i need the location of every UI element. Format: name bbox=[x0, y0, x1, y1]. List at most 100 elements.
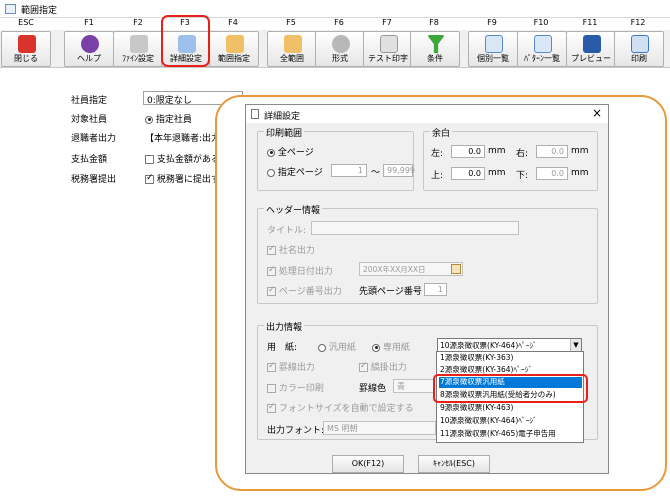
tax-label: 税務署提出 bbox=[71, 175, 117, 185]
page-from-input[interactable]: 1 bbox=[331, 164, 367, 177]
all-pages-option[interactable]: 全ページ bbox=[267, 145, 314, 158]
chevron-down-icon[interactable]: ▼ bbox=[570, 339, 581, 351]
print-button[interactable]: 印刷 bbox=[614, 31, 664, 67]
company-output-checkbox[interactable] bbox=[267, 244, 276, 255]
all-pages-radio[interactable] bbox=[267, 148, 275, 157]
preview-button[interactable]: プレビュー bbox=[566, 31, 616, 67]
pattern-list-button[interactable]: ﾊﾟﾀｰﾝ一覧 bbox=[517, 31, 567, 67]
margin-bottom-label: 下: bbox=[516, 171, 529, 181]
paper-combobox[interactable]: 10源泉徴収票(KY-464)ﾍﾟｰｼﾞ ▼ bbox=[437, 338, 582, 352]
title-label: タイトル: bbox=[267, 226, 307, 236]
margin-left-label: 左: bbox=[431, 149, 444, 159]
fkey-label: F1 bbox=[84, 18, 94, 27]
specified-pages-option[interactable]: 指定ページ bbox=[267, 165, 323, 178]
payment-checkbox-label: 支払金額がある bbox=[156, 155, 220, 165]
margin-right-unit: mm bbox=[571, 146, 589, 156]
ruled-output-checkbox[interactable] bbox=[267, 361, 276, 372]
individual-list-button[interactable]: 個別一覧 bbox=[468, 31, 518, 67]
header-info-group: ヘッダー情報 タイトル: 社名出力 処理日付出力 200X年XX月XX日 ページ… bbox=[257, 203, 598, 304]
file-settings-icon bbox=[130, 35, 148, 53]
help-icon bbox=[81, 35, 99, 53]
all-range-button[interactable]: 全範囲 bbox=[267, 31, 317, 67]
ruled-output-row[interactable]: 罫線出力 bbox=[267, 360, 315, 373]
auto-font-row[interactable]: フォントサイズを自動で設定する bbox=[267, 401, 414, 414]
color-print-checkbox[interactable] bbox=[267, 384, 276, 393]
fkey-label: F10 bbox=[533, 18, 549, 27]
dedicated-paper-radio[interactable] bbox=[372, 343, 380, 352]
target-option[interactable]: 指定社員 bbox=[145, 112, 192, 125]
font-select[interactable]: MS 明朝 bbox=[323, 421, 436, 435]
format-button-label: 形式 bbox=[332, 54, 348, 63]
dedicated-paper-option[interactable]: 専用紙 bbox=[372, 340, 410, 353]
format-button[interactable]: 形式 bbox=[315, 31, 365, 67]
target-radio[interactable] bbox=[145, 115, 153, 124]
line-color-select[interactable]: 青 bbox=[393, 379, 435, 393]
all-pages-label: 全ページ bbox=[277, 148, 314, 158]
margin-bottom-input[interactable]: 0.0 bbox=[536, 167, 568, 180]
page-number-row[interactable]: ページ番号出力 bbox=[267, 284, 342, 297]
range-button[interactable]: 範囲指定 bbox=[209, 31, 259, 67]
fkey-label: F4 bbox=[228, 18, 238, 27]
retired-label: 退職者出力 bbox=[71, 134, 117, 144]
stripe-output-checkbox[interactable] bbox=[359, 361, 368, 372]
auto-font-checkbox[interactable] bbox=[267, 402, 276, 413]
fkey-labels: ESC F1 F2 F3 F4 F5 F6 F7 F8 F9 F10 F11 F… bbox=[0, 18, 670, 30]
color-print-row[interactable]: カラー印刷 bbox=[267, 381, 324, 394]
calendar-icon[interactable] bbox=[451, 264, 461, 274]
filter-icon bbox=[427, 35, 445, 53]
margin-left-input[interactable]: 0.0 bbox=[451, 145, 485, 158]
page-to-input[interactable]: 99,999 bbox=[383, 164, 415, 177]
preview-button-label: プレビュー bbox=[571, 54, 611, 63]
line-color-label: 罫線色 bbox=[359, 384, 387, 394]
page-number-label: ページ番号出力 bbox=[278, 287, 342, 297]
fkey-label: F11 bbox=[582, 18, 598, 27]
help-button-label: ヘルプ bbox=[77, 54, 101, 63]
margin-top-input[interactable]: 0.0 bbox=[451, 167, 485, 180]
stripe-output-row[interactable]: 縞掛出力 bbox=[359, 360, 407, 373]
margin-label: 余白 bbox=[430, 126, 453, 139]
first-page-input[interactable]: 1 bbox=[424, 283, 447, 296]
help-button[interactable]: ヘルプ bbox=[64, 31, 114, 67]
paper-option[interactable]: 1源泉徴収票(KY-363) bbox=[439, 353, 582, 364]
range-icon bbox=[226, 35, 244, 53]
printer-icon bbox=[631, 35, 649, 53]
ok-button[interactable]: OK(F12) bbox=[332, 455, 404, 473]
tax-checkbox[interactable] bbox=[145, 173, 154, 184]
condition-button-label: 条件 bbox=[427, 54, 443, 63]
condition-button[interactable]: 条件 bbox=[410, 31, 460, 67]
test-print-button[interactable]: テスト印字 bbox=[363, 31, 413, 67]
processing-date-input[interactable]: 200X年XX月XX日 bbox=[359, 262, 463, 276]
margin-right-input[interactable]: 0.0 bbox=[536, 145, 568, 158]
paper-option[interactable]: 9源泉徴収票(KY-463) bbox=[439, 403, 582, 414]
ruled-output-label: 罫線出力 bbox=[278, 363, 315, 373]
margin-group: 余白 左: 0.0 mm 右: 0.0 mm 上: 0.0 mm 下: 0.0 … bbox=[423, 126, 598, 191]
target-label: 対象社員 bbox=[71, 115, 108, 125]
page-number-checkbox[interactable] bbox=[267, 285, 276, 296]
file-settings-button[interactable]: ﾌｧｲﾝ設定 bbox=[113, 31, 163, 67]
fkey-label: F7 bbox=[382, 18, 392, 27]
processing-date-checkbox[interactable] bbox=[267, 265, 276, 276]
output-info-label: 出力情報 bbox=[264, 320, 305, 333]
paper-option[interactable]: 10源泉徴収票(KY-464)ﾍﾟｰｼﾞ bbox=[439, 416, 582, 427]
payment-checkbox[interactable] bbox=[145, 155, 154, 164]
test-print-button-label: テスト印字 bbox=[368, 54, 408, 63]
general-paper-radio[interactable] bbox=[318, 343, 326, 352]
all-range-button-label: 全範囲 bbox=[280, 54, 304, 63]
company-output-row[interactable]: 社名出力 bbox=[267, 243, 315, 256]
fkey-label: F9 bbox=[487, 18, 497, 27]
dialog-close-button[interactable]: × bbox=[592, 106, 602, 120]
first-page-label: 先頭ページ番号 bbox=[359, 287, 422, 297]
print-range-group: 印刷範囲 全ページ 指定ページ 1 ～ 99,999 bbox=[257, 126, 415, 191]
close-button[interactable]: 閉じる bbox=[1, 31, 51, 67]
cancel-button[interactable]: ｷｬﾝｾﾙ(ESC) bbox=[418, 455, 490, 473]
specified-pages-radio[interactable] bbox=[267, 168, 275, 177]
margin-top-unit: mm bbox=[488, 168, 506, 178]
options-highlight-frame bbox=[433, 374, 588, 403]
margin-top-label: 上: bbox=[431, 171, 444, 181]
list-search-icon bbox=[485, 35, 503, 53]
title-input[interactable] bbox=[311, 221, 519, 235]
paper-option[interactable]: 11源泉徴収票(KY-465)電子申告用 bbox=[439, 429, 582, 440]
processing-date-row[interactable]: 処理日付出力 bbox=[267, 264, 333, 277]
tilde-label: ～ bbox=[371, 168, 381, 178]
general-paper-option[interactable]: 汎用紙 bbox=[318, 340, 356, 353]
